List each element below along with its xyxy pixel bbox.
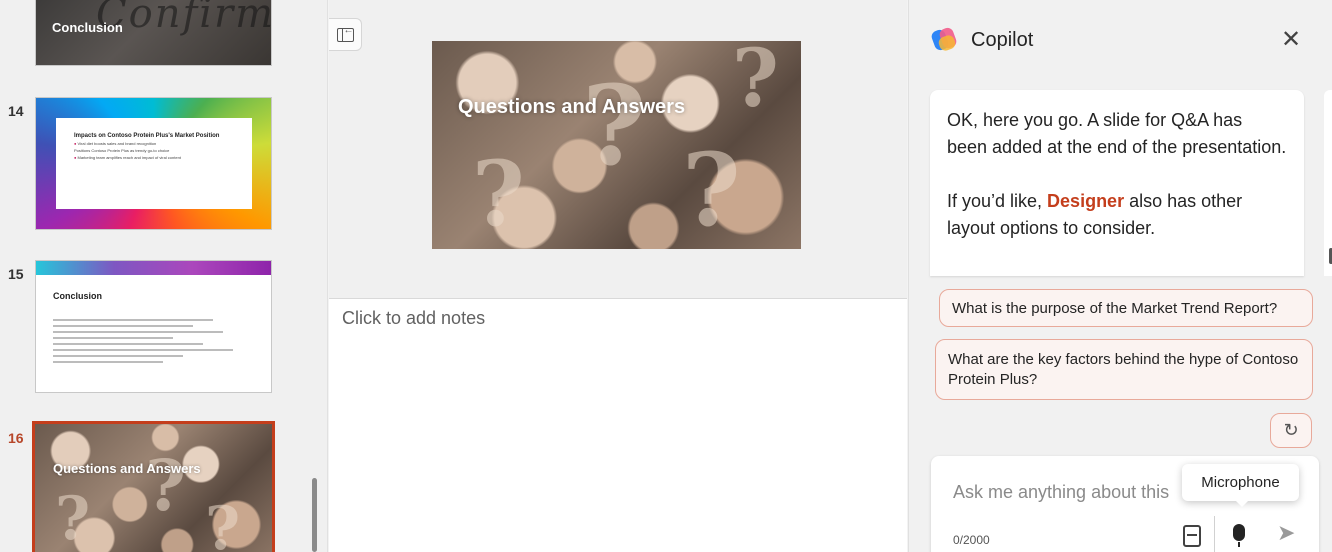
response-paragraph: OK, here you go. A slide for Q&A has bee… (947, 110, 1287, 157)
slide-number-15: 15 (8, 266, 24, 282)
slide-number-14: 14 (8, 103, 24, 119)
slide-number-16: 16 (8, 430, 24, 446)
response-paragraph: If you’d like, Designer also has other l… (947, 191, 1243, 238)
toolbar-divider (1214, 516, 1215, 552)
slide-canvas[interactable]: ? ? ? ? Questions and Answers (432, 41, 801, 249)
send-icon[interactable]: ➤ (1277, 520, 1295, 546)
suggested-prompt-1[interactable]: What is the purpose of the Market Trend … (939, 289, 1313, 327)
character-count: 0/2000 (953, 533, 990, 547)
slide-thumbnails-pane: Confirm Conclusion 14 Impacts on Contoso… (0, 0, 328, 552)
suggested-prompt-2[interactable]: What are the key factors behind the hype… (935, 339, 1313, 400)
question-mark-glyph: ? (145, 444, 187, 527)
copilot-header: Copilot (930, 26, 1034, 54)
microphone-icon[interactable] (1233, 524, 1245, 547)
copilot-pane: Copilot ✕ OK, here you go. A slide for Q… (908, 0, 1332, 552)
speaker-notes-pane[interactable]: Click to add notes (329, 298, 907, 552)
thumbnails-scrollbar[interactable] (312, 478, 317, 552)
question-mark-glyph: ? (205, 494, 241, 552)
designer-link[interactable]: Designer (1047, 191, 1124, 211)
collapse-thumbnails-button[interactable] (329, 18, 362, 51)
thumbnail-heading: Conclusion (53, 291, 102, 301)
question-mark-glyph: ? (732, 41, 779, 125)
thumbnail-title: Conclusion (52, 20, 123, 35)
thumbnail-bullet: Marketing team amplifies reach and impac… (74, 155, 242, 161)
microphone-tooltip: Microphone (1182, 464, 1299, 507)
question-mark-glyph: ? (472, 141, 525, 247)
thumbnail-title: Questions and Answers (53, 461, 201, 476)
copilot-response-card: OK, here you go. A slide for Q&A has bee… (930, 90, 1304, 276)
thumbnail-gradient-bar (36, 261, 271, 275)
slide-thumbnail-16[interactable]: ? ? ? Questions and Answers (32, 421, 275, 552)
thumbnail-content-card: Impacts on Contoso Protein Plus's Market… (56, 118, 252, 209)
thumbnail-bullet: Viral diet boosts sales and brand recogn… (74, 141, 242, 147)
slide-thumbnail-15[interactable]: Conclusion (35, 260, 272, 393)
app-window: Confirm Conclusion 14 Impacts on Contoso… (0, 0, 1332, 552)
notes-placeholder[interactable]: Click to add notes (342, 308, 485, 329)
question-mark-glyph: ? (582, 61, 647, 190)
thumbnail-bullet: Positions Contoso Protein Plus as trendy… (74, 148, 170, 153)
chat-input[interactable]: Ask me anything about this (953, 482, 1169, 503)
copilot-logo-icon (930, 26, 959, 54)
collapse-pane-icon (336, 25, 354, 42)
slide-title[interactable]: Questions and Answers (458, 94, 685, 120)
slide-thumbnail-13[interactable]: Confirm Conclusion (35, 0, 272, 66)
refresh-suggestions-button[interactable]: ↻ (1270, 413, 1312, 448)
thumbnail-body-lines (53, 319, 253, 367)
slide-thumbnail-14[interactable]: Impacts on Contoso Protein Plus's Market… (35, 97, 272, 230)
copilot-title: Copilot (971, 28, 1034, 51)
prompt-guide-icon[interactable] (1183, 525, 1201, 547)
thumbnail-heading: Impacts on Contoso Protein Plus's Market… (74, 133, 220, 139)
close-icon[interactable]: ✕ (1279, 26, 1303, 54)
slide-editor: ? ? ? ? Questions and Answers Click to a… (329, 0, 907, 552)
question-mark-glyph: ? (682, 131, 741, 249)
question-mark-glyph: ? (55, 484, 91, 552)
